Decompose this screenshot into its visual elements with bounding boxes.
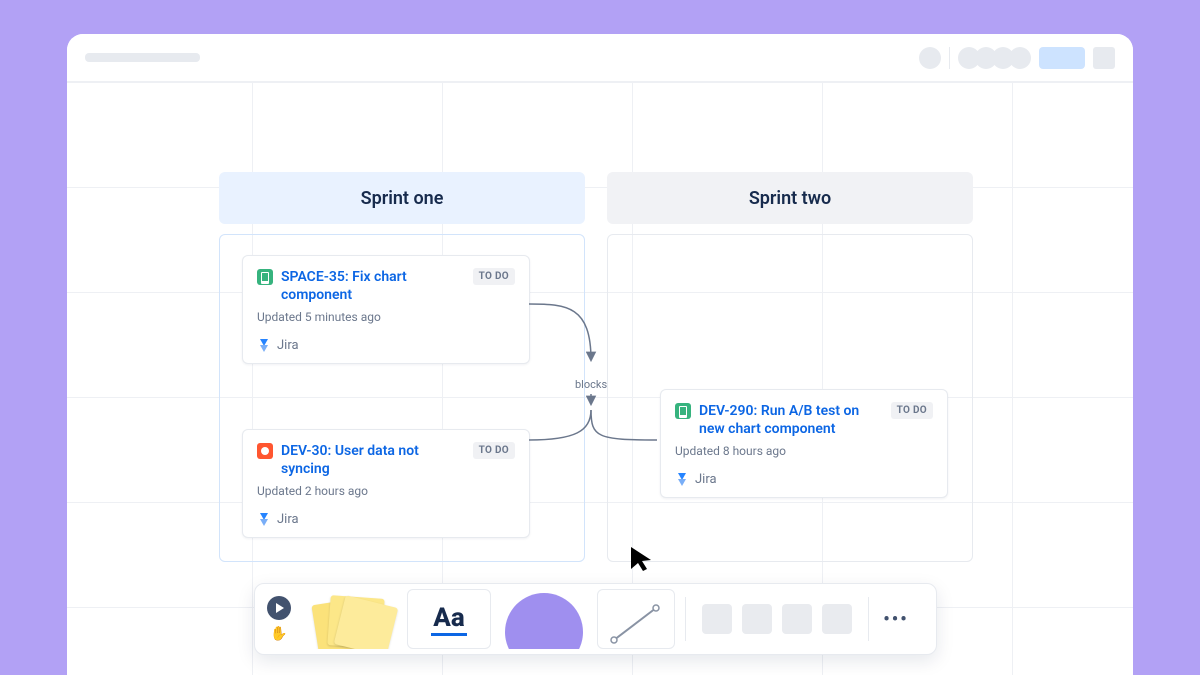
- present-button[interactable]: [267, 596, 291, 620]
- sticky-stack-icon: [315, 589, 387, 649]
- card-header-row: SPACE-35: Fix chart component TO DO: [257, 268, 515, 304]
- card-source: Jira: [695, 472, 717, 487]
- hand-tool-icon[interactable]: ✋: [270, 626, 287, 642]
- card-footer: Jira: [675, 472, 933, 487]
- bug-issue-icon: [257, 443, 273, 459]
- sprint-title: Sprint one: [361, 188, 444, 209]
- card-updated: Updated 8 hours ago: [675, 444, 933, 458]
- card-title[interactable]: DEV-30: User data not syncing: [281, 442, 465, 478]
- sprint-body[interactable]: DEV-290: Run A/B test on new chart compo…: [607, 234, 973, 562]
- issue-card-space35[interactable]: SPACE-35: Fix chart component TO DO Upda…: [242, 255, 530, 364]
- card-title[interactable]: SPACE-35: Fix chart component: [281, 268, 465, 304]
- share-button[interactable]: [1039, 47, 1085, 69]
- text-tool[interactable]: Aa: [407, 589, 491, 649]
- whiteboard-toolbar: ✋ Aa: [254, 583, 937, 655]
- sprint-header[interactable]: Sprint two: [607, 172, 973, 224]
- issue-card-dev30[interactable]: DEV-30: User data not syncing TO DO Upda…: [242, 429, 530, 538]
- card-updated: Updated 2 hours ago: [257, 484, 515, 498]
- status-badge: TO DO: [473, 442, 515, 459]
- top-bar-right: [919, 47, 1115, 69]
- sprint-group-one[interactable]: Sprint one SPACE-35: Fix chart component…: [219, 172, 585, 562]
- circle-shape-icon: [505, 593, 583, 649]
- text-tool-label: Aa: [431, 603, 466, 636]
- status-badge: TO DO: [473, 268, 515, 285]
- card-header-row: DEV-30: User data not syncing TO DO: [257, 442, 515, 478]
- presence-avatar-stack[interactable]: [958, 47, 1031, 69]
- sprint-group-two[interactable]: Sprint two DEV-290: Run A/B test on new …: [607, 172, 973, 562]
- presence-avatar[interactable]: [919, 47, 941, 69]
- card-source: Jira: [277, 338, 299, 353]
- toolbar-extra-group: [696, 604, 858, 634]
- sticky-icon: [334, 595, 398, 649]
- top-bar: [67, 34, 1133, 82]
- sprint-header[interactable]: Sprint one: [219, 172, 585, 224]
- whiteboard-app-window: Sprint one SPACE-35: Fix chart component…: [67, 34, 1133, 675]
- top-bar-action[interactable]: [1093, 47, 1115, 69]
- issue-card-dev290[interactable]: DEV-290: Run A/B test on new chart compo…: [660, 389, 948, 498]
- toolbar-divider: [868, 597, 869, 641]
- tool-mode-group: ✋: [263, 596, 295, 642]
- more-tools-button[interactable]: •••: [879, 602, 913, 636]
- toolbar-tool-placeholder[interactable]: [822, 604, 852, 634]
- status-badge: TO DO: [891, 402, 933, 419]
- toolbar-tool-placeholder[interactable]: [782, 604, 812, 634]
- connector-label[interactable]: blocks: [575, 378, 607, 391]
- presence-avatar[interactable]: [1009, 47, 1031, 69]
- card-updated: Updated 5 minutes ago: [257, 310, 515, 324]
- breadcrumb-placeholder: [85, 53, 200, 62]
- shape-tool[interactable]: [499, 589, 589, 649]
- card-source: Jira: [277, 512, 299, 527]
- cursor-icon: [629, 545, 655, 573]
- toolbar-divider: [685, 597, 686, 641]
- jira-icon: [257, 513, 271, 527]
- jira-icon: [257, 339, 271, 353]
- sprint-body[interactable]: SPACE-35: Fix chart component TO DO Upda…: [219, 234, 585, 562]
- card-footer: Jira: [257, 512, 515, 527]
- toolbar-tool-placeholder[interactable]: [702, 604, 732, 634]
- jira-icon: [675, 473, 689, 487]
- sprint-title: Sprint two: [749, 188, 831, 209]
- story-issue-icon: [675, 403, 691, 419]
- card-footer: Jira: [257, 338, 515, 353]
- line-icon: [606, 600, 666, 648]
- sticky-note-tool[interactable]: [303, 589, 399, 649]
- toolbar-tool-placeholder[interactable]: [742, 604, 772, 634]
- story-issue-icon: [257, 269, 273, 285]
- connector-tool[interactable]: [597, 589, 675, 649]
- card-title[interactable]: DEV-290: Run A/B test on new chart compo…: [699, 402, 883, 438]
- divider: [949, 47, 950, 69]
- whiteboard-canvas[interactable]: Sprint one SPACE-35: Fix chart component…: [67, 82, 1133, 675]
- card-header-row: DEV-290: Run A/B test on new chart compo…: [675, 402, 933, 438]
